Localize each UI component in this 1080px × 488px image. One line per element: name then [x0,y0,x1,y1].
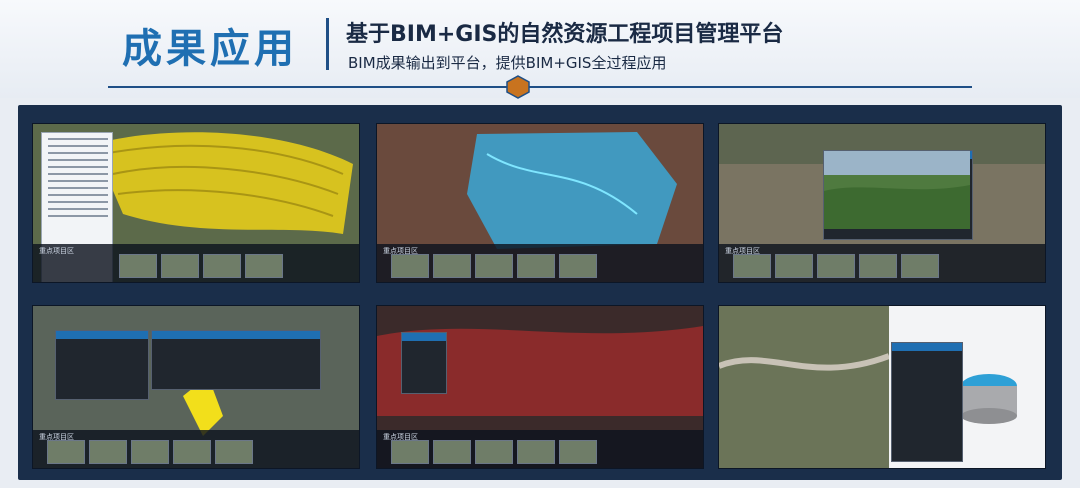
statistics-dialog[interactable] [55,330,149,400]
aerial-and-model [719,306,1045,468]
thumbnail[interactable] [161,254,199,278]
screenshot-bim-model[interactable] [718,305,1046,469]
thumbnail[interactable] [215,440,253,464]
thumbnail[interactable] [47,440,85,464]
screenshot-satellite-charts[interactable]: 重点项目区 [32,305,360,469]
thumbnail[interactable] [859,254,897,278]
screenshots-panel: 重点项目区 重点项目区 重点项目区 重点项目区 重点项目区 [18,105,1062,480]
screenshot-terrace-photo[interactable]: 重点项目区 [718,123,1046,283]
thumbnail[interactable] [131,440,169,464]
hexagon-icon [506,75,530,99]
properties-dialog[interactable] [891,342,963,462]
project-thumbnail-bar: 重点项目区 [33,430,359,468]
thumbnail[interactable] [559,440,597,464]
thumbnail[interactable] [775,254,813,278]
photo [824,151,970,229]
bar-caption: 重点项目区 [39,247,74,255]
thumbnail[interactable] [475,440,513,464]
thumbnail[interactable] [391,440,429,464]
settings-dialog[interactable] [401,332,447,394]
thumbnail[interactable] [203,254,241,278]
chart-dialog[interactable] [151,330,321,390]
thumbnail[interactable] [245,254,283,278]
thumbnail[interactable] [119,254,157,278]
photo-dialog[interactable] [823,150,973,240]
thumbnail[interactable] [433,254,471,278]
screenshot-yellow-terraces[interactable]: 重点项目区 [32,123,360,283]
thumbnail[interactable] [89,440,127,464]
project-thumbnail-bar: 重点项目区 [33,244,359,282]
header-separator [108,86,972,88]
screenshot-blue-overlay[interactable]: 重点项目区 [376,123,704,283]
thumbnail[interactable] [475,254,513,278]
thumbnail[interactable] [433,440,471,464]
thumbnail[interactable] [391,254,429,278]
page-description: BIM成果输出到平台，提供BIM+GIS全过程应用 [348,54,667,72]
thumbnail[interactable] [173,440,211,464]
title-divider [326,18,329,70]
thumbnail[interactable] [559,254,597,278]
thumbnail[interactable] [733,254,771,278]
project-thumbnail-bar: 重点项目区 [377,244,703,282]
header: 成果应用 基于BIM+GIS的自然资源工程项目管理平台 BIM成果输出到平台，提… [0,0,1080,99]
screenshot-red-terrain[interactable]: 重点项目区 [376,305,704,469]
project-thumbnail-bar: 重点项目区 [377,430,703,468]
page-subtitle: 基于BIM+GIS的自然资源工程项目管理平台 [346,22,784,47]
thumbnail[interactable] [517,254,555,278]
project-thumbnail-bar: 重点项目区 [719,244,1045,282]
thumbnail[interactable] [817,254,855,278]
page-title: 成果应用 [122,26,298,72]
thumbnail[interactable] [901,254,939,278]
thumbnail[interactable] [517,440,555,464]
